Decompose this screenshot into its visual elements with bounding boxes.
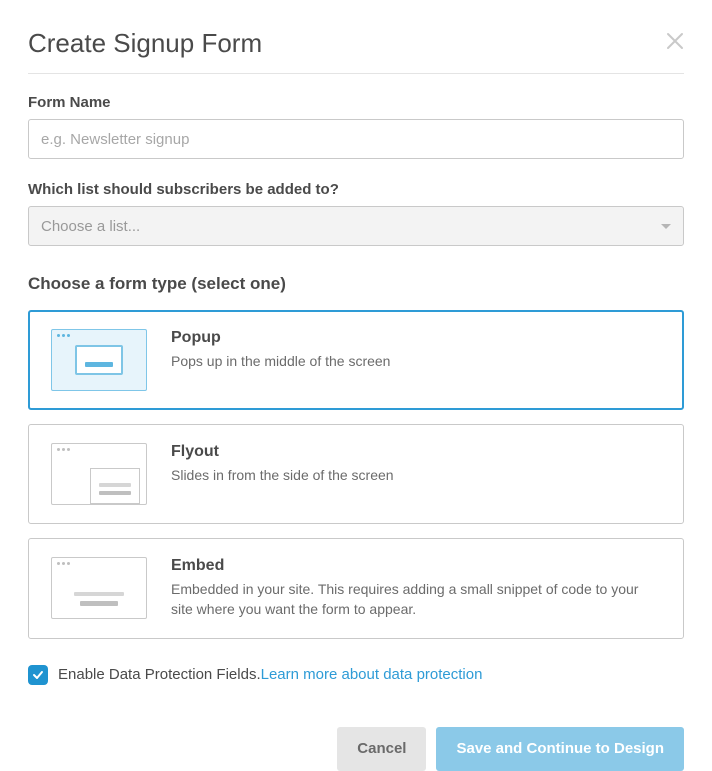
list-select-placeholder: Choose a list... xyxy=(41,218,140,235)
form-type-option-popup[interactable]: Popup Pops up in the middle of the scree… xyxy=(28,310,684,410)
option-title: Flyout xyxy=(171,443,661,461)
popup-thumbnail xyxy=(51,329,147,391)
option-desc: Embedded in your site. This requires add… xyxy=(171,579,661,620)
form-type-option-embed[interactable]: Embed Embedded in your site. This requir… xyxy=(28,538,684,639)
chevron-down-icon xyxy=(661,224,671,229)
embed-thumbnail xyxy=(51,557,147,619)
dialog-title: Create Signup Form xyxy=(28,28,262,59)
option-title: Embed xyxy=(171,557,661,575)
cancel-button[interactable]: Cancel xyxy=(337,727,426,771)
form-name-input[interactable] xyxy=(28,119,684,159)
list-select[interactable]: Choose a list... xyxy=(28,206,684,246)
flyout-thumbnail xyxy=(51,443,147,505)
data-protection-label: Enable Data Protection Fields. xyxy=(58,666,261,683)
option-title: Popup xyxy=(171,329,661,347)
save-button[interactable]: Save and Continue to Design xyxy=(436,727,684,771)
data-protection-checkbox[interactable] xyxy=(28,665,48,685)
form-name-label: Form Name xyxy=(28,94,684,111)
list-label: Which list should subscribers be added t… xyxy=(28,181,684,198)
data-protection-link[interactable]: Learn more about data protection xyxy=(261,666,483,683)
form-type-section-title: Choose a form type (select one) xyxy=(28,274,684,294)
dialog-footer: Cancel Save and Continue to Design xyxy=(28,727,684,771)
option-desc: Slides in from the side of the screen xyxy=(171,465,661,485)
dialog-header: Create Signup Form xyxy=(28,28,684,74)
form-type-option-flyout[interactable]: Flyout Slides in from the side of the sc… xyxy=(28,424,684,524)
data-protection-row: Enable Data Protection Fields. Learn mor… xyxy=(28,665,684,685)
option-desc: Pops up in the middle of the screen xyxy=(171,351,661,371)
checkmark-icon xyxy=(32,669,44,681)
close-icon[interactable] xyxy=(666,32,684,55)
